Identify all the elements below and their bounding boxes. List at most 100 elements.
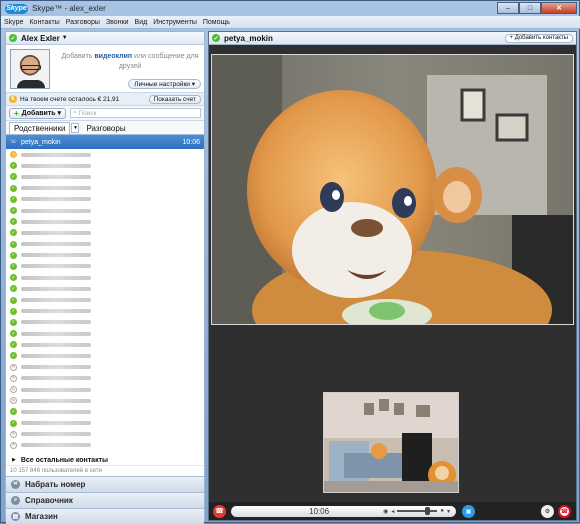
avatar-shirt [17,80,45,88]
blurred-name [21,174,91,179]
online-status-icon[interactable]: ✓ [9,34,17,42]
online-status-icon: ✓ [10,341,17,349]
blurred-name [21,409,91,414]
phone-icon: ☏ [10,138,17,146]
remote-video[interactable] [211,54,574,325]
list-item[interactable]: ✓ [6,239,204,250]
window-title: Skype™ - alex_exler [32,4,106,13]
list-item[interactable]: ✓ [6,194,204,205]
online-status-icon: ✓ [10,274,17,282]
tab-dropdown-button[interactable]: ▼ [71,123,80,133]
list-item[interactable]: ✓ [6,406,204,417]
offline-status-icon: ✕ [10,363,17,371]
list-item[interactable]: ✓ [6,339,204,350]
list-item[interactable]: ✕ [6,384,204,395]
list-item[interactable]: ✓ [6,306,204,317]
list-item[interactable]: ✓ [6,272,204,283]
directory-button[interactable]: ⌕ Справочник [6,492,204,508]
list-item[interactable]: ✓ [6,328,204,339]
online-status-icon: ✓ [10,285,17,293]
list-item[interactable]: ✕ [6,429,204,440]
search-input[interactable]: ⌕ Поиск [70,108,201,118]
blurred-name [21,163,91,168]
list-item[interactable]: ◷ [6,149,204,160]
maximize-button[interactable]: □ [519,2,541,14]
online-status-icon: ✓ [10,207,17,215]
list-item[interactable]: ✓ [6,216,204,227]
menu-conversations[interactable]: Разговоры [63,19,103,26]
list-item[interactable]: ✓ [6,317,204,328]
dial-number-button[interactable]: ⌗ Набрать номер [6,476,204,492]
list-item[interactable]: ✕ [6,440,204,451]
list-item[interactable]: ✕ [6,395,204,406]
volume-knob[interactable] [425,507,431,515]
end-call-icon[interactable]: ☎ [558,504,571,518]
directory-label: Справочник [25,496,73,505]
add-contact-button[interactable]: + Добавить ▾ [9,107,67,119]
dropdown-icon[interactable]: ▾ [447,508,450,515]
online-status-icon: ✓ [10,408,17,416]
show-account-button[interactable]: Показать счет [148,94,201,104]
personal-settings-button[interactable]: Личные настройки ▾ [128,79,201,89]
menu-tools[interactable]: Инструменты [150,19,200,26]
blurred-name [21,219,91,224]
online-status-icon: ✓ [10,229,17,237]
avatar[interactable] [10,49,50,89]
video-toggle-button[interactable]: ▣ [462,504,475,518]
hang-up-button[interactable]: ☎ [213,504,226,518]
settings-gear-icon[interactable]: ⚙ [541,504,554,518]
menu-calls[interactable]: Звонки [103,19,132,26]
add-contacts-button[interactable]: + Добавить контакты [504,33,573,43]
list-item[interactable]: ✓ [6,171,204,182]
list-item[interactable]: ✓ [6,227,204,238]
menu-help[interactable]: Помощь [200,19,233,26]
microphone-icon[interactable]: ◉ [383,508,388,515]
list-item[interactable]: ✓ [6,160,204,171]
list-item[interactable]: ✓ [6,205,204,216]
conversation-panel: ✓ petya_mokin + Добавить контакты ☎ 10:0… [208,31,577,521]
blurred-name [21,432,91,437]
menu-view[interactable]: Вид [132,19,151,26]
list-item[interactable]: ✕ [6,373,204,384]
tab-relatives[interactable]: Родственники [9,122,71,134]
blurred-name [21,421,91,426]
profile-header[interactable]: ✓ Alex Exler ▼ [6,32,204,45]
menu-contacts[interactable]: Контакты [26,19,62,26]
list-item[interactable]: ✓ [6,283,204,294]
dialpad-icon: ⌗ [11,480,20,489]
call-time: 10:06 [182,138,200,146]
self-video-preview[interactable] [323,392,459,493]
blurred-name [21,208,91,213]
list-item[interactable]: ✓ [6,418,204,429]
offline-status-icon: ✕ [10,386,17,394]
close-button[interactable]: ✕ [541,2,577,14]
contact-petya-mokin[interactable]: ☏ petya_mokin 10:06 [6,135,204,149]
online-status-icon: ✓ [10,251,17,259]
skype-logo: Skype [5,3,28,14]
menu-skype[interactable]: Skype [1,19,26,26]
blurred-name [21,353,91,358]
list-item[interactable]: ✓ [6,261,204,272]
blurred-name [21,387,91,392]
shop-button[interactable]: ▤ Магазин [6,508,204,524]
conversation-name[interactable]: petya_mokin [224,34,273,43]
chevron-down-icon[interactable]: ▼ [62,35,68,41]
other-contacts-group[interactable]: ▶ Все остальные контакты [6,454,204,465]
offline-status-icon: ✕ [10,441,17,449]
list-item[interactable]: ✓ [6,183,204,194]
minimize-button[interactable]: – [497,2,519,14]
mood-message[interactable]: Добавить видеоклип или сообщение для дру… [58,52,202,72]
expand-arrow-icon[interactable]: ▶ [12,457,16,463]
speaker-icon[interactable]: ◂ [391,508,394,515]
volume-up-icon[interactable]: ● [440,508,444,514]
videoclip-link[interactable]: видеоклип [94,53,132,60]
list-item[interactable]: ✕ [6,362,204,373]
list-item[interactable]: ✓ [6,250,204,261]
blurred-name [21,376,91,381]
list-item[interactable]: ✓ [6,350,204,361]
tab-conversations[interactable]: Разговоры [82,122,129,134]
volume-slider[interactable] [397,507,438,515]
conversation-header: ✓ petya_mokin + Добавить контакты [209,32,576,45]
add-button-label: Добавить ▾ [21,110,62,117]
list-item[interactable]: ✓ [6,294,204,305]
